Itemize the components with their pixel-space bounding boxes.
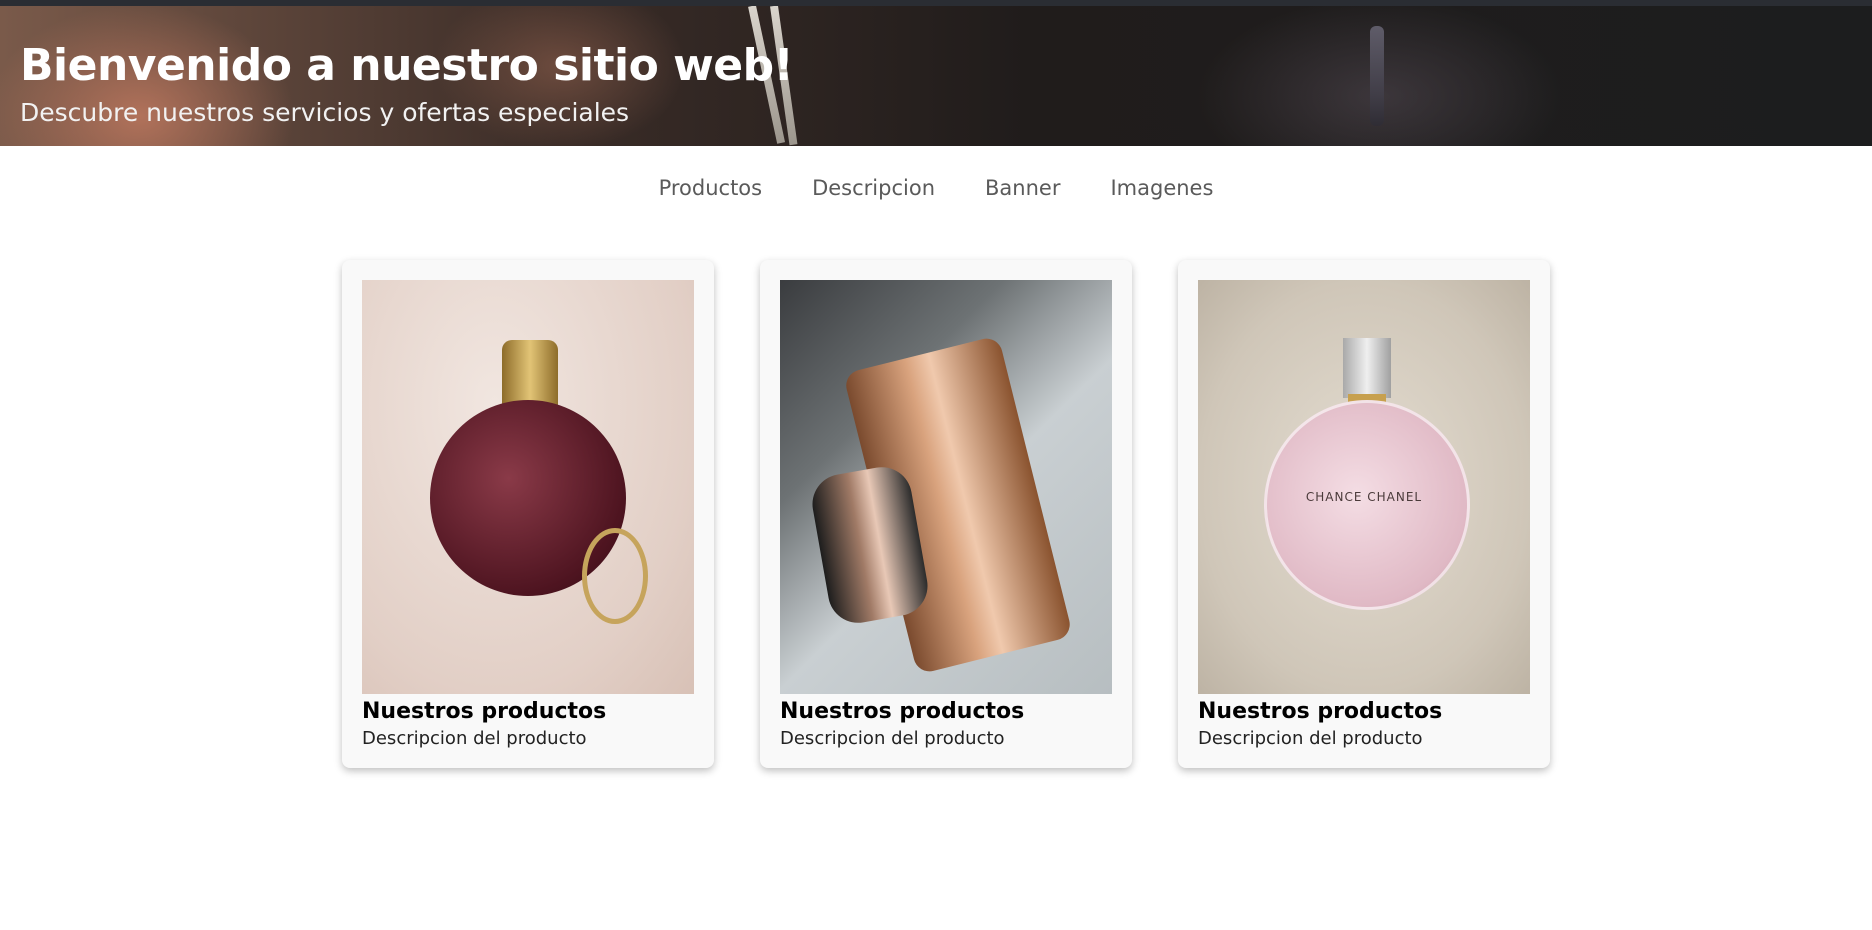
product-grid: Nuestros productos Descripcion del produ… bbox=[0, 260, 1872, 768]
hero-banner: Bienvenido a nuestro sitio web! Descubre… bbox=[0, 6, 1872, 146]
product-image bbox=[780, 280, 1112, 694]
product-card[interactable]: Nuestros productos Descripcion del produ… bbox=[342, 260, 714, 768]
nav-link-banner[interactable]: Banner bbox=[960, 176, 1085, 200]
product-title: Nuestros productos bbox=[780, 699, 1025, 724]
page-subtitle: Descubre nuestros servicios y ofertas es… bbox=[20, 98, 630, 127]
page-title: Bienvenido a nuestro sitio web! bbox=[20, 40, 794, 91]
product-card[interactable]: Nuestros productos Descripcion del produ… bbox=[760, 260, 1132, 768]
bottle-label: CHANCE CHANEL bbox=[1305, 490, 1423, 504]
main-nav: Productos Descripcion Banner Imagenes bbox=[0, 176, 1872, 200]
product-card[interactable]: CHANCE CHANEL Nuestros productos Descrip… bbox=[1178, 260, 1550, 768]
nav-link-imagenes[interactable]: Imagenes bbox=[1085, 176, 1238, 200]
nav-link-productos[interactable]: Productos bbox=[634, 176, 788, 200]
product-image bbox=[362, 280, 694, 694]
banner-decoration bbox=[1370, 26, 1384, 126]
product-description: Descripcion del producto bbox=[362, 728, 587, 749]
product-title: Nuestros productos bbox=[1198, 699, 1443, 724]
product-description: Descripcion del producto bbox=[1198, 728, 1423, 749]
product-image: CHANCE CHANEL bbox=[1198, 280, 1530, 694]
product-description: Descripcion del producto bbox=[780, 728, 1005, 749]
product-title: Nuestros productos bbox=[362, 699, 607, 724]
nav-link-descripcion[interactable]: Descripcion bbox=[787, 176, 960, 200]
